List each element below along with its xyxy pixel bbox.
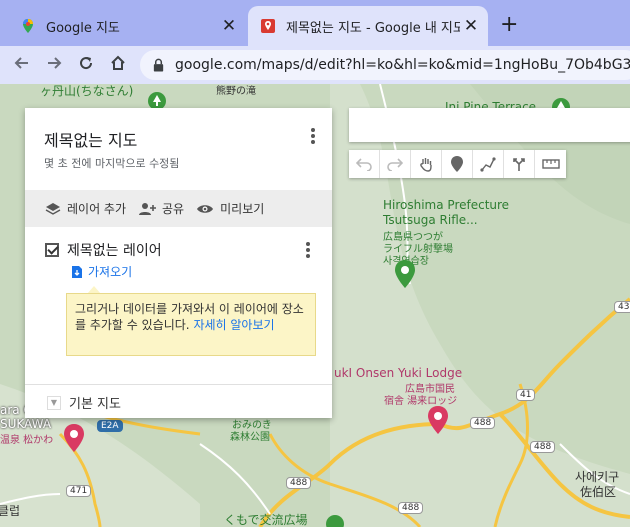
park-icon[interactable]	[326, 515, 344, 527]
import-link[interactable]: 가져오기	[71, 263, 132, 280]
map-panel: 제목없는 지도 몇 초 전에 마지막으로 수정됨 레이어 추가 공유 미리보기 …	[25, 108, 332, 418]
basemap-label: 기본 지도	[69, 397, 121, 412]
tab-my-maps[interactable]: 제목없는 지도 - Google 내 지도 ✕	[248, 6, 488, 46]
route-shield: 488	[470, 417, 496, 429]
google-maps-pin-icon	[23, 19, 33, 33]
preview-label: 미리보기	[220, 202, 265, 216]
basemap-row[interactable]: ▼ 기본 지도	[47, 393, 121, 412]
route-shield: E2A	[97, 420, 123, 432]
layer-more-vert-icon[interactable]	[300, 240, 316, 260]
reload-icon[interactable]	[70, 54, 102, 77]
marker-icon[interactable]	[442, 150, 473, 178]
route-shield: 488	[530, 441, 556, 453]
map-label: SUKAWA	[0, 417, 52, 431]
route-shield: 471	[66, 485, 92, 497]
forward-icon[interactable]	[38, 54, 70, 77]
learn-more-link[interactable]: 자세히 알아보기	[193, 318, 274, 332]
add-layer-button[interactable]: 레이어 추가	[45, 200, 126, 217]
hand-icon[interactable]	[411, 150, 442, 178]
back-icon[interactable]	[6, 54, 38, 77]
map-pin-icon[interactable]	[395, 260, 415, 288]
map-label: 熊野の滝	[216, 86, 256, 97]
preview-button[interactable]: 미리보기	[196, 200, 264, 217]
layers-icon	[45, 202, 61, 215]
redo-icon[interactable]	[380, 150, 411, 178]
drawing-toolbar	[349, 150, 566, 178]
address-bar[interactable]: google.com/maps/d/edit?hl=ko&hl=ko&mid=1…	[140, 50, 630, 80]
import-label: 가져오기	[88, 265, 133, 279]
route-shield: 488	[398, 502, 424, 514]
chevron-down-icon[interactable]: ▼	[47, 395, 61, 410]
share-button[interactable]: 공유	[138, 200, 184, 217]
close-tab-icon[interactable]: ✕	[218, 16, 240, 36]
url-text: google.com/maps/d/edit?hl=ko&hl=ko&mid=1…	[175, 57, 630, 73]
tab-strip: Google 지도 ✕ 제목없는 지도 - Google 내 지도 ✕ +	[0, 0, 630, 46]
route-shield: 41	[516, 389, 536, 401]
map-label: くもで交流広場	[224, 513, 308, 527]
map-label: ukI Onsen Yuki Lodge	[334, 366, 463, 380]
layer-item: 제목없는 레이어	[45, 240, 162, 260]
layer-visibility-checkbox[interactable]	[45, 243, 59, 257]
tab-title: 제목없는 지도 - Google 내 지도	[286, 20, 460, 36]
map-label: 佐伯区	[580, 485, 617, 499]
map-label: 温泉 松かわ	[0, 435, 54, 446]
map-label: 森林公園	[230, 432, 270, 443]
lock-icon	[153, 58, 164, 72]
map-label: Tsutsuga Rifle...	[383, 213, 478, 227]
last-modified-text: 몇 초 전에 마지막으로 수정됨	[44, 157, 180, 170]
divider	[25, 384, 332, 385]
map-label: 宿舎 湯来ロッジ	[384, 396, 458, 407]
my-maps-pin-icon	[261, 19, 275, 33]
tab-title: Google 지도	[46, 20, 120, 36]
eye-icon	[197, 204, 214, 213]
route-shield: 43	[614, 301, 630, 313]
map-label: ヶ丹山(ちなさん)	[40, 84, 134, 98]
directions-icon[interactable]	[504, 150, 535, 178]
map-pin-icon[interactable]	[64, 424, 84, 452]
import-file-icon	[72, 265, 82, 278]
layer-tip: 그리거나 데이터를 가져와서 이 레이어에 장소를 추가할 수 있습니다. 자세…	[66, 293, 316, 356]
panel-actions: 레이어 추가 공유 미리보기	[25, 190, 332, 227]
add-layer-label: 레이어 추가	[67, 202, 127, 216]
tab-google-maps[interactable]: Google 지도 ✕	[8, 6, 246, 46]
more-vert-icon[interactable]	[305, 126, 321, 146]
close-tab-icon[interactable]: ✕	[460, 16, 482, 36]
layer-name[interactable]: 제목없는 레이어	[67, 240, 162, 260]
ruler-icon[interactable]	[535, 150, 566, 178]
route-shield: 488	[286, 477, 312, 489]
map-label: 클럽	[0, 504, 21, 518]
new-tab-button[interactable]: +	[500, 12, 518, 37]
map-label: Hiroshima Prefecture	[383, 198, 510, 212]
map-title[interactable]: 제목없는 지도	[44, 127, 137, 151]
map-pin-icon[interactable]	[428, 406, 448, 434]
share-label: 공유	[162, 202, 185, 216]
search-input[interactable]	[349, 108, 630, 142]
home-icon[interactable]	[102, 54, 134, 77]
browser-toolbar: google.com/maps/d/edit?hl=ko&hl=ko&mid=1…	[0, 46, 630, 84]
add-person-icon	[139, 202, 157, 215]
undo-icon[interactable]	[349, 150, 380, 178]
draw-line-icon[interactable]	[473, 150, 504, 178]
